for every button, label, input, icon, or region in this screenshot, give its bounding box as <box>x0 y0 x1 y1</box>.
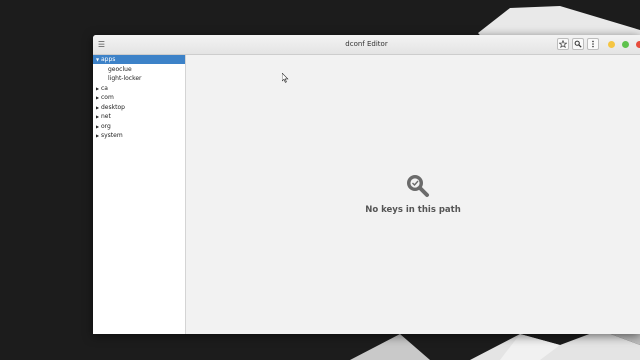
tree-item-org[interactable]: ▶ org <box>93 122 185 131</box>
header-bar: ☰ dconf Editor <box>93 35 640 55</box>
search-button[interactable] <box>572 38 584 50</box>
empty-state-message: No keys in this path <box>365 205 461 215</box>
tree-item-label: system <box>101 132 123 139</box>
no-results-search-icon <box>407 175 429 197</box>
keys-content-area: No keys in this path <box>186 55 640 334</box>
tree-item-label: ca <box>101 84 108 92</box>
tree-item-label: light-locker <box>108 75 142 82</box>
tree-item-label: geoclue <box>108 65 132 73</box>
tree-item-label: org <box>101 122 111 130</box>
mouse-cursor-icon <box>282 73 289 83</box>
minimize-button[interactable] <box>608 41 615 48</box>
star-icon <box>559 40 567 48</box>
more-options-button[interactable] <box>587 38 599 50</box>
tree-item-geoclue[interactable]: geoclue <box>93 65 185 74</box>
dconf-editor-window: ☰ dconf Editor ▼ apps geoclue light-lock… <box>93 35 640 334</box>
bookmark-button[interactable] <box>557 38 569 50</box>
tree-item-label: net <box>101 113 111 120</box>
path-tree-sidebar: ▼ apps geoclue light-locker ▶ ca ▶ com ▶… <box>93 55 186 334</box>
tree-item-light-locker[interactable]: light-locker <box>93 74 185 83</box>
search-icon <box>574 40 582 48</box>
tree-item-com[interactable]: ▶ com <box>93 93 185 102</box>
tree-item-system[interactable]: ▶ system <box>93 131 185 140</box>
kebab-icon <box>592 40 594 48</box>
tree-item-label: com <box>101 94 114 101</box>
tree-item-desktop[interactable]: ▶ desktop <box>93 103 185 112</box>
tree-item-label: desktop <box>101 103 125 111</box>
close-button[interactable] <box>636 41 640 48</box>
tree-item-ca[interactable]: ▶ ca <box>93 84 185 93</box>
maximize-button[interactable] <box>622 41 629 48</box>
tree-item-label: apps <box>101 56 116 63</box>
tree-item-net[interactable]: ▶ net <box>93 112 185 121</box>
tree-item-apps[interactable]: ▼ apps <box>93 55 185 64</box>
